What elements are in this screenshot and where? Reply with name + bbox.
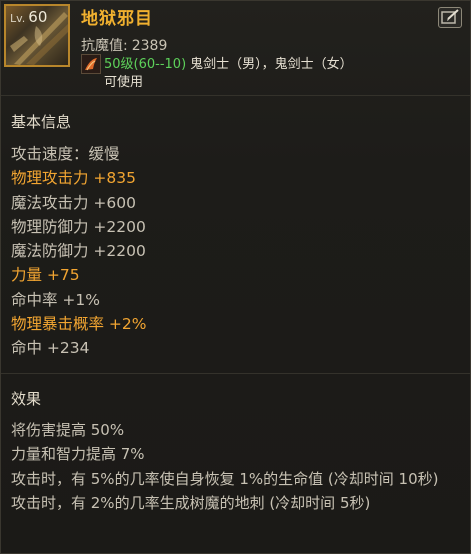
stat-physical-crit: 物理暴击概率 +2%: [11, 315, 147, 334]
stat-magic-defense: 魔法防御力 +2200: [11, 242, 146, 261]
requirement-line: 50级(60--10) 鬼剑士（男），鬼剑士（女）: [104, 53, 353, 72]
stat-magic-attack: 魔法攻击力 +600: [11, 193, 136, 212]
usable-status: 可使用: [104, 75, 144, 90]
anti-magic-label: 抗魔值:: [81, 38, 128, 54]
effects-title: 效果: [11, 390, 42, 408]
stat-physical-attack: 物理攻击力 +835: [11, 169, 136, 188]
item-tooltip: Lv. 60 地狱邪目 抗魔值: 2389 50级(60--10) 鬼剑士（男），鬼剑…: [0, 0, 471, 554]
divider: [1, 373, 470, 374]
stat-list: 攻击速度：缓慢 物理攻击力 +835 魔法攻击力 +600 物理防御力 +220…: [11, 142, 147, 361]
edit-icon[interactable]: [438, 7, 462, 28]
effect-line: 攻击时，有 5%的几率使自身恢复 1%的生命值 (冷却时间 10秒): [11, 469, 439, 488]
level-prefix: Lv.: [10, 12, 26, 25]
effect-line: 将伤害提高 50%: [11, 421, 125, 439]
weapon-icon[interactable]: Lv. 60: [4, 4, 70, 67]
stat-hit: 命中 +234: [11, 339, 90, 358]
effect-list: 将伤害提高 50% 力量和智力提高 7% 攻击时，有 5%的几率使自身恢复 1%…: [11, 418, 462, 515]
effect-line: 力量和智力提高 7%: [11, 445, 145, 464]
stat-hit-rate: 命中率 +1%: [11, 290, 101, 309]
divider: [1, 95, 470, 96]
slayer-class-icon: [81, 54, 101, 74]
level-badge: Lv. 60: [10, 8, 47, 26]
class-list: 鬼剑士（男），鬼剑士（女）: [190, 57, 353, 72]
anti-magic-row: 抗魔值: 2389: [81, 35, 167, 55]
level-number: 60: [28, 8, 48, 26]
item-name: 地狱邪目: [81, 9, 153, 29]
anti-magic-value: 2389: [131, 38, 168, 54]
required-level: 50级(60--10): [104, 57, 187, 72]
stat-attack-speed: 攻击速度：缓慢: [11, 145, 120, 163]
basic-info-title: 基本信息: [11, 113, 72, 131]
stat-strength: 力量 +75: [11, 266, 80, 285]
effect-line: 攻击时，有 2%的几率生成树魔的地刺 (冷却时间 5秒): [11, 493, 371, 512]
stat-physical-defense: 物理防御力 +2200: [11, 217, 146, 236]
